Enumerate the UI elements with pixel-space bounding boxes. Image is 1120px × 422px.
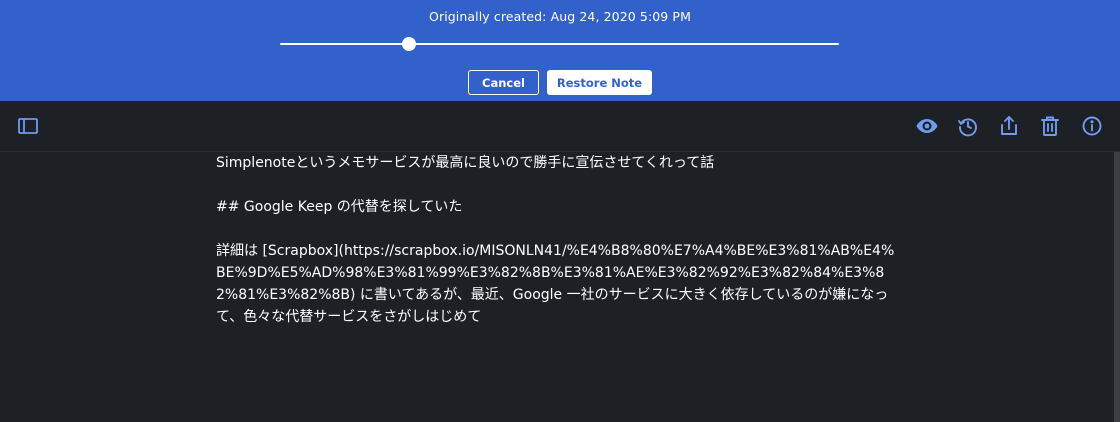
note-body-paragraph: 詳細は [Scrapbox](https://scrapbox.io/MISON… xyxy=(216,243,895,325)
revision-bar: Originally created: Aug 24, 2020 5:09 PM… xyxy=(0,0,1120,101)
revision-slider-track[interactable] xyxy=(280,43,839,45)
share-icon[interactable] xyxy=(997,114,1021,138)
note-heading-line: ## Google Keep の代替を探していた xyxy=(216,199,463,215)
revision-slider-thumb[interactable] xyxy=(401,37,416,51)
sidebar-toggle-icon[interactable] xyxy=(16,114,40,138)
note-toolbar xyxy=(0,101,1120,152)
cancel-button[interactable]: Cancel xyxy=(468,70,539,95)
trash-icon[interactable] xyxy=(1038,114,1062,138)
note-title-line: Simplenoteというメモサービスが最高に良いので勝手に宣伝させてくれって話 xyxy=(216,155,715,171)
revision-created-date: Originally created: Aug 24, 2020 5:09 PM xyxy=(429,9,691,24)
history-icon[interactable] xyxy=(956,114,980,138)
note-editor[interactable]: Simplenoteというメモサービスが最高に良いので勝手に宣伝させてくれって話… xyxy=(216,152,896,350)
eye-icon[interactable] xyxy=(915,114,939,138)
restore-note-button[interactable]: Restore Note xyxy=(547,70,652,95)
info-icon[interactable] xyxy=(1080,114,1104,138)
editor-scrollbar[interactable] xyxy=(1114,152,1120,422)
